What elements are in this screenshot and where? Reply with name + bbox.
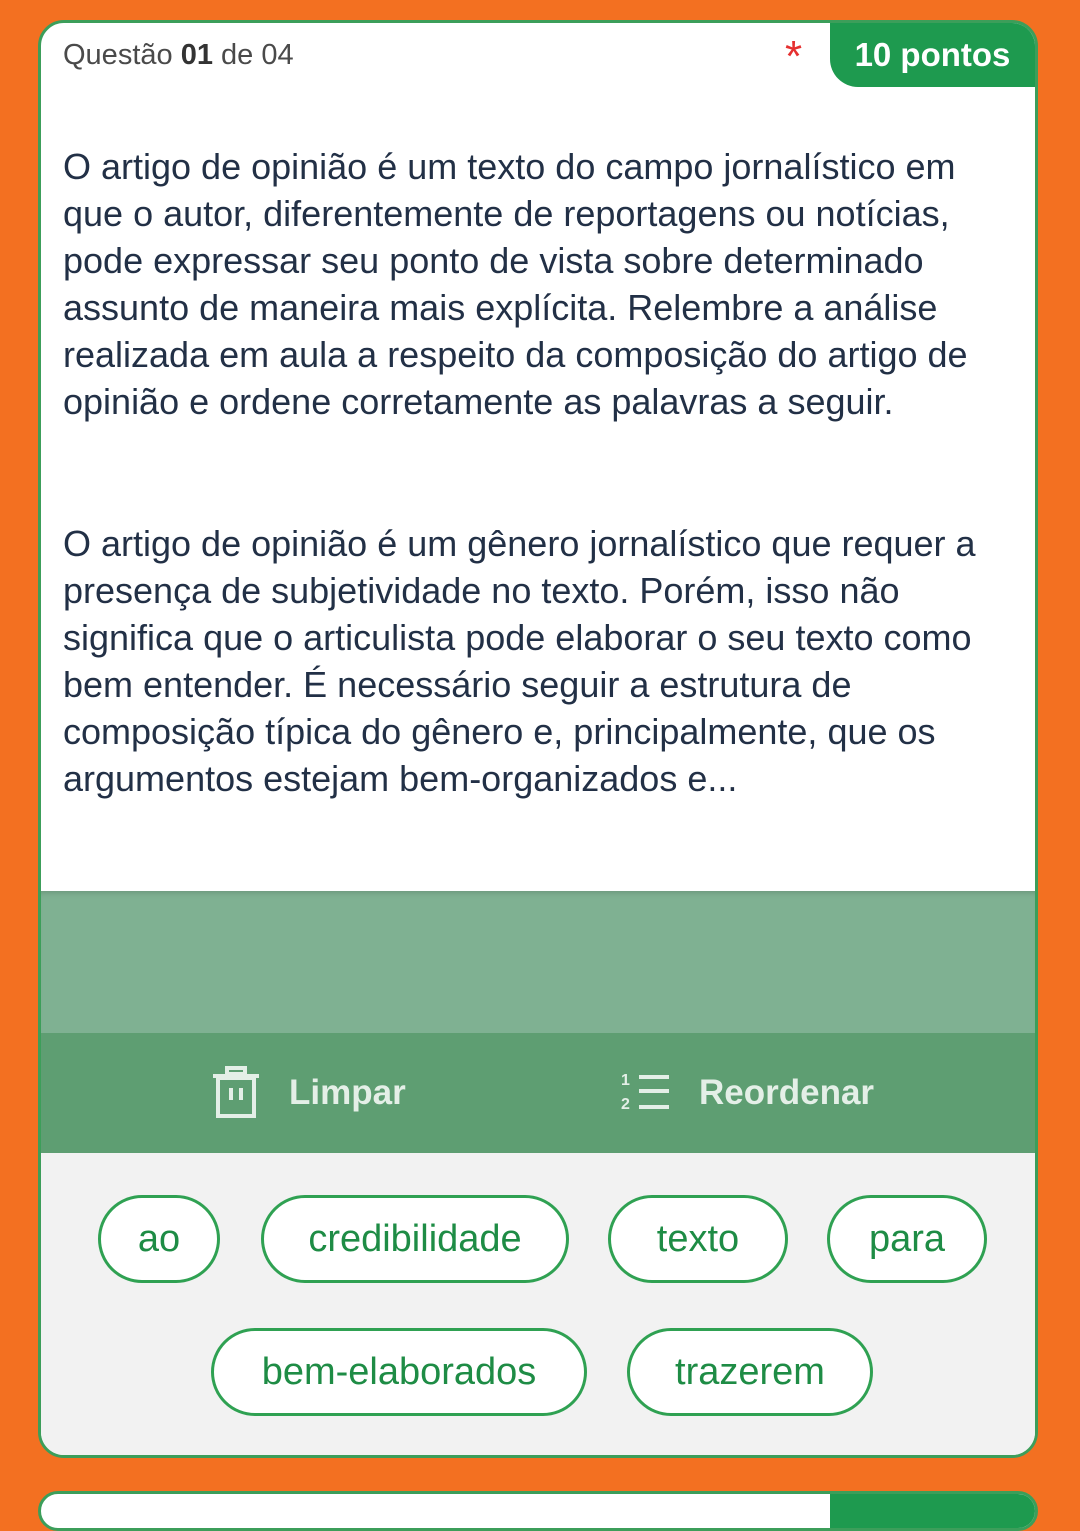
clear-label: Limpar <box>289 1073 406 1112</box>
points-badge: 10 pontos <box>830 23 1035 87</box>
word-bank: ao credibilidade texto para bem-elaborad… <box>41 1153 1035 1455</box>
required-marker: * <box>785 32 803 81</box>
trash-icon <box>213 1066 259 1118</box>
question-of: de <box>221 39 254 71</box>
ordered-list-icon: 1 2 <box>621 1072 669 1113</box>
question-counter: Questão 01 de 04 <box>63 39 294 72</box>
word-chip[interactable]: ao <box>98 1195 220 1283</box>
word-chip[interactable]: trazerem <box>627 1328 873 1416</box>
word-chip[interactable]: bem-elaborados <box>211 1328 587 1416</box>
question-card: Questão 01 de 04 * 10 pontos O artigo de… <box>38 20 1038 1458</box>
statement-paragraph-2: O artigo de opinião é um gênero jornalís… <box>63 523 976 799</box>
reorder-button[interactable]: 1 2 Reordenar <box>619 1061 874 1125</box>
statement-paragraph-1: O artigo de opinião é um texto do campo … <box>63 146 968 422</box>
svg-text:2: 2 <box>621 1096 630 1113</box>
svg-text:1: 1 <box>621 1072 630 1089</box>
word-chip[interactable]: credibilidade <box>261 1195 569 1283</box>
answer-dropzone[interactable] <box>41 891 1035 1033</box>
reorder-label: Reordenar <box>699 1073 875 1112</box>
answer-toolbar: Limpar 1 2 Reordenar <box>41 1033 1035 1153</box>
question-header: Questão 01 de 04 * 10 pontos <box>41 23 1035 113</box>
question-label: Questão <box>63 39 173 71</box>
next-points-badge <box>830 1494 1035 1528</box>
word-chip[interactable]: para <box>827 1195 987 1283</box>
question-number: 01 <box>180 39 213 71</box>
word-chip[interactable]: texto <box>608 1195 788 1283</box>
clear-button[interactable]: Limpar <box>211 1061 406 1125</box>
next-question-card <box>38 1491 1038 1531</box>
question-total: 04 <box>261 39 294 71</box>
